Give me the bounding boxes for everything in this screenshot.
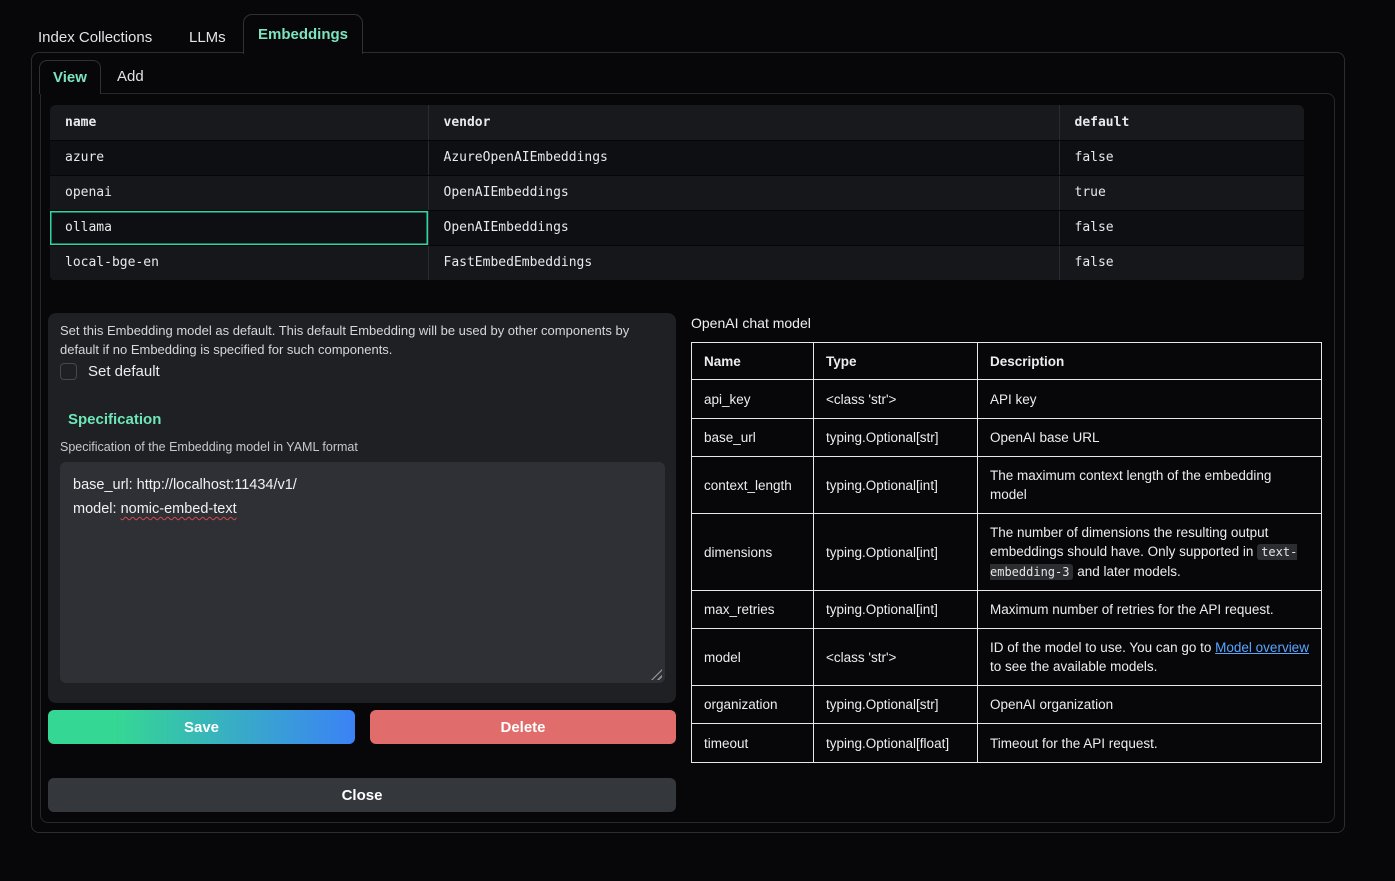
cell-vendor[interactable]: AzureOpenAIEmbeddings: [428, 140, 1059, 175]
cell-default[interactable]: false: [1059, 245, 1304, 280]
api-params-table: Name Type Description api_key <class 'st…: [691, 342, 1322, 763]
set-default-label: Set default: [88, 363, 160, 380]
cell-vendor[interactable]: FastEmbedEmbeddings: [428, 245, 1059, 280]
param-row-organization: organization typing.Optional[str] OpenAI…: [692, 686, 1322, 724]
cell-vendor[interactable]: OpenAIEmbeddings: [428, 210, 1059, 245]
param-description: The number of dimensions the resulting o…: [978, 514, 1322, 591]
param-row-base-url: base_url typing.Optional[str] OpenAI bas…: [692, 419, 1322, 457]
textarea-resize-handle[interactable]: [651, 669, 662, 680]
param-description: API key: [978, 380, 1322, 419]
table-row-azure[interactable]: azure AzureOpenAIEmbeddings false: [50, 140, 1304, 175]
param-row-api-key: api_key <class 'str'> API key: [692, 380, 1322, 419]
param-row-timeout: timeout typing.Optional[float] Timeout f…: [692, 724, 1322, 763]
cell-name[interactable]: azure: [50, 140, 428, 175]
param-type: typing.Optional[str]: [814, 419, 978, 457]
param-type: typing.Optional[float]: [814, 724, 978, 763]
cell-name-selected[interactable]: ollama: [50, 210, 428, 245]
param-type: <class 'str'>: [814, 629, 978, 686]
param-name: model: [692, 629, 814, 686]
param-type: typing.Optional[str]: [814, 686, 978, 724]
param-description: The maximum context length of the embedd…: [978, 457, 1322, 514]
param-description: OpenAI organization: [978, 686, 1322, 724]
api-table-header: Name Type Description: [692, 343, 1322, 380]
cell-name[interactable]: openai: [50, 175, 428, 210]
cell-name[interactable]: local-bge-en: [50, 245, 428, 280]
column-header-default: default: [1059, 105, 1304, 140]
table-row-ollama[interactable]: ollama OpenAIEmbeddings false: [50, 210, 1304, 245]
tab-llms[interactable]: LLMs: [189, 29, 226, 46]
param-row-context-length: context_length typing.Optional[int] The …: [692, 457, 1322, 514]
column-header-param-description: Description: [978, 343, 1322, 380]
set-default-row[interactable]: Set default: [60, 363, 160, 380]
tab-view-label: View: [53, 69, 87, 86]
embeddings-table: name vendor default azure AzureOpenAIEmb…: [50, 105, 1304, 281]
table-row-local-bge-en[interactable]: local-bge-en FastEmbedEmbeddings false: [50, 245, 1304, 280]
set-default-help-text: Set this Embedding model as default. Thi…: [60, 321, 662, 359]
param-name: max_retries: [692, 591, 814, 629]
yaml-model-value: nomic-embed-text: [121, 501, 237, 517]
param-name: context_length: [692, 457, 814, 514]
column-header-param-name: Name: [692, 343, 814, 380]
cell-default[interactable]: false: [1059, 140, 1304, 175]
app-root: Index Collections LLMs Embeddings View A…: [0, 0, 1395, 881]
param-row-model: model <class 'str'> ID of the model to u…: [692, 629, 1322, 686]
param-name: timeout: [692, 724, 814, 763]
specification-heading: Specification: [68, 411, 161, 428]
param-name: organization: [692, 686, 814, 724]
set-default-checkbox[interactable]: [60, 363, 77, 380]
column-header-param-type: Type: [814, 343, 978, 380]
column-header-vendor: vendor: [428, 105, 1059, 140]
param-description: Timeout for the API request.: [978, 724, 1322, 763]
param-name: api_key: [692, 380, 814, 419]
table-row-openai[interactable]: openai OpenAIEmbeddings true: [50, 175, 1304, 210]
yaml-line-1: base_url: http://localhost:11434/v1/: [73, 473, 652, 497]
param-name: base_url: [692, 419, 814, 457]
cell-default[interactable]: false: [1059, 210, 1304, 245]
close-button[interactable]: Close: [48, 778, 676, 812]
param-row-max-retries: max_retries typing.Optional[int] Maximum…: [692, 591, 1322, 629]
embeddings-table-header: name vendor default: [50, 105, 1304, 140]
param-description: ID of the model to use. You can go to Mo…: [978, 629, 1322, 686]
model-overview-link[interactable]: Model overview: [1215, 640, 1309, 655]
save-button[interactable]: Save: [48, 710, 355, 744]
embedding-detail-form: Set this Embedding model as default. Thi…: [48, 313, 676, 703]
param-description: OpenAI base URL: [978, 419, 1322, 457]
param-type: <class 'str'>: [814, 380, 978, 419]
tab-view[interactable]: View: [39, 60, 101, 94]
param-name: dimensions: [692, 514, 814, 591]
param-row-dimensions: dimensions typing.Optional[int] The numb…: [692, 514, 1322, 591]
tab-index-collections[interactable]: Index Collections: [38, 29, 152, 46]
yaml-line-2: model: nomic-embed-text: [73, 497, 652, 521]
cell-vendor[interactable]: OpenAIEmbeddings: [428, 175, 1059, 210]
delete-button[interactable]: Delete: [370, 710, 676, 744]
tab-embeddings-label: Embeddings: [258, 26, 348, 43]
api-panel-title: OpenAI chat model: [691, 315, 811, 331]
yaml-spec-textarea[interactable]: base_url: http://localhost:11434/v1/ mod…: [60, 462, 665, 683]
param-type: typing.Optional[int]: [814, 457, 978, 514]
tab-embeddings[interactable]: Embeddings: [243, 14, 363, 54]
column-header-name: name: [50, 105, 428, 140]
specification-help-text: Specification of the Embedding model in …: [60, 440, 358, 454]
tab-add[interactable]: Add: [117, 68, 144, 85]
param-description: Maximum number of retries for the API re…: [978, 591, 1322, 629]
param-type: typing.Optional[int]: [814, 514, 978, 591]
param-type: typing.Optional[int]: [814, 591, 978, 629]
cell-default[interactable]: true: [1059, 175, 1304, 210]
